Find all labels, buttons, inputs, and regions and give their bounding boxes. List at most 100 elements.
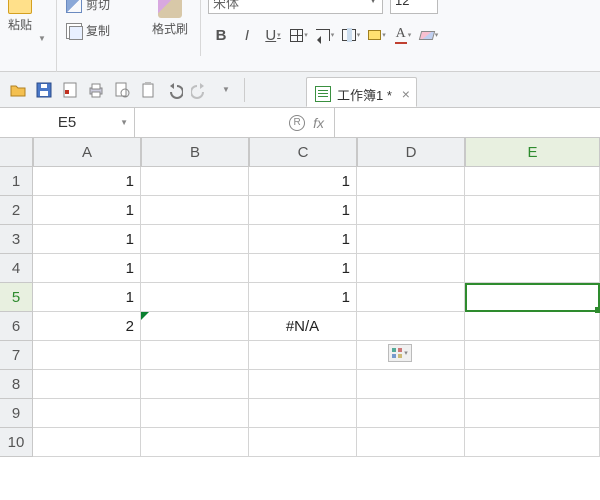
cell-C7[interactable]: [249, 341, 357, 370]
row-header-2[interactable]: 2: [0, 196, 33, 225]
cell-A1[interactable]: 1: [33, 167, 141, 196]
row-header-10[interactable]: 10: [0, 428, 33, 457]
cell-E7[interactable]: [465, 341, 600, 370]
cell-E9[interactable]: [465, 399, 600, 428]
cell-C6[interactable]: #N/A: [249, 312, 357, 341]
cell-A6[interactable]: 2: [33, 312, 141, 341]
cell-B4[interactable]: [141, 254, 249, 283]
export-pdf-button[interactable]: [58, 78, 82, 102]
formula-input[interactable]: [335, 108, 600, 137]
document-tab[interactable]: 工作簿1 * ×: [306, 77, 417, 107]
paste-button[interactable]: 粘贴: [0, 0, 40, 54]
clear-format-button[interactable]: ▾: [416, 22, 442, 48]
cell-B1[interactable]: [141, 167, 249, 196]
cell-A5[interactable]: 1: [33, 283, 141, 312]
cell-D8[interactable]: [357, 370, 465, 399]
close-tab-icon[interactable]: ×: [402, 86, 410, 102]
save-button[interactable]: [32, 78, 56, 102]
cell-E5[interactable]: [465, 283, 600, 312]
redo-button[interactable]: [188, 78, 212, 102]
cell-D4[interactable]: [357, 254, 465, 283]
paste-dropdown-icon[interactable]: ▼: [38, 34, 46, 43]
cell-C2[interactable]: 1: [249, 196, 357, 225]
cell-E10[interactable]: [465, 428, 600, 457]
paste-options-tag[interactable]: ▾: [388, 344, 412, 362]
cell-B2[interactable]: [141, 196, 249, 225]
merge-icon: [342, 29, 356, 41]
cell-A2[interactable]: 1: [33, 196, 141, 225]
cell-B7[interactable]: [141, 341, 249, 370]
borders-button[interactable]: ▾: [286, 22, 312, 48]
cell-C4[interactable]: 1: [249, 254, 357, 283]
cell-A9[interactable]: [33, 399, 141, 428]
select-all-corner[interactable]: [0, 138, 33, 167]
cell-C10[interactable]: [249, 428, 357, 457]
cell-C9[interactable]: [249, 399, 357, 428]
cell-A3[interactable]: 1: [33, 225, 141, 254]
cell-A10[interactable]: [33, 428, 141, 457]
open-button[interactable]: [6, 78, 30, 102]
row-header-6[interactable]: 6: [0, 312, 33, 341]
font-name-selector[interactable]: 宋体 ▼: [208, 0, 383, 14]
copy-button[interactable]: 复制: [66, 22, 110, 39]
cell-C5[interactable]: 1: [249, 283, 357, 312]
fx-button[interactable]: fx: [313, 115, 324, 131]
col-header-A[interactable]: A: [33, 138, 141, 167]
col-header-B[interactable]: B: [141, 138, 249, 167]
name-box[interactable]: E5 ▼: [0, 108, 135, 137]
paste-qat-button[interactable]: [136, 78, 160, 102]
font-color-button[interactable]: A▾: [390, 22, 416, 48]
cell-A8[interactable]: [33, 370, 141, 399]
cell-B8[interactable]: [141, 370, 249, 399]
cell-A4[interactable]: 1: [33, 254, 141, 283]
trace-icon[interactable]: R: [289, 115, 305, 131]
cell-C8[interactable]: [249, 370, 357, 399]
cell-D6[interactable]: [357, 312, 465, 341]
col-header-D[interactable]: D: [357, 138, 465, 167]
cell-C3[interactable]: 1: [249, 225, 357, 254]
col-header-E[interactable]: E: [465, 138, 600, 167]
col-header-C[interactable]: C: [249, 138, 357, 167]
font-size-selector[interactable]: 12: [390, 0, 438, 14]
print-button[interactable]: [84, 78, 108, 102]
bold-button[interactable]: B: [208, 22, 234, 48]
row-header-4[interactable]: 4: [0, 254, 33, 283]
row-header-8[interactable]: 8: [0, 370, 33, 399]
font-color-icon: A: [395, 26, 407, 44]
cell-B5[interactable]: [141, 283, 249, 312]
row-header-5[interactable]: 5: [0, 283, 33, 312]
row-header-9[interactable]: 9: [0, 399, 33, 428]
cell-D5[interactable]: [357, 283, 465, 312]
cell-E4[interactable]: [465, 254, 600, 283]
cell-E6[interactable]: [465, 312, 600, 341]
cell-D1[interactable]: [357, 167, 465, 196]
undo-button[interactable]: [162, 78, 186, 102]
cut-button[interactable]: 剪切: [66, 0, 110, 13]
cell-D2[interactable]: [357, 196, 465, 225]
italic-button[interactable]: I: [234, 22, 260, 48]
qat-dropdown[interactable]: ▼: [214, 78, 238, 102]
cell-B10[interactable]: [141, 428, 249, 457]
cell-A7[interactable]: [33, 341, 141, 370]
row-header-3[interactable]: 3: [0, 225, 33, 254]
spreadsheet-grid[interactable]: A B C D E 1 1 1 2 1 1 3 1 1 4 1 1 5 1: [0, 138, 600, 457]
wrap-text-button[interactable]: ▾: [312, 22, 338, 48]
cell-B9[interactable]: [141, 399, 249, 428]
cell-B3[interactable]: [141, 225, 249, 254]
merge-cells-button[interactable]: ▾: [338, 22, 364, 48]
cell-B6[interactable]: [141, 312, 249, 341]
cell-E8[interactable]: [465, 370, 600, 399]
underline-button[interactable]: U▾: [260, 22, 286, 48]
cell-D9[interactable]: [357, 399, 465, 428]
cell-E2[interactable]: [465, 196, 600, 225]
cell-E3[interactable]: [465, 225, 600, 254]
row-header-1[interactable]: 1: [0, 167, 33, 196]
cell-C1[interactable]: 1: [249, 167, 357, 196]
fill-color-button[interactable]: ▾: [364, 22, 390, 48]
cell-E1[interactable]: [465, 167, 600, 196]
cell-D10[interactable]: [357, 428, 465, 457]
row-header-7[interactable]: 7: [0, 341, 33, 370]
cell-D3[interactable]: [357, 225, 465, 254]
format-painter-button[interactable]: 格式刷: [148, 0, 192, 37]
print-preview-button[interactable]: [110, 78, 134, 102]
